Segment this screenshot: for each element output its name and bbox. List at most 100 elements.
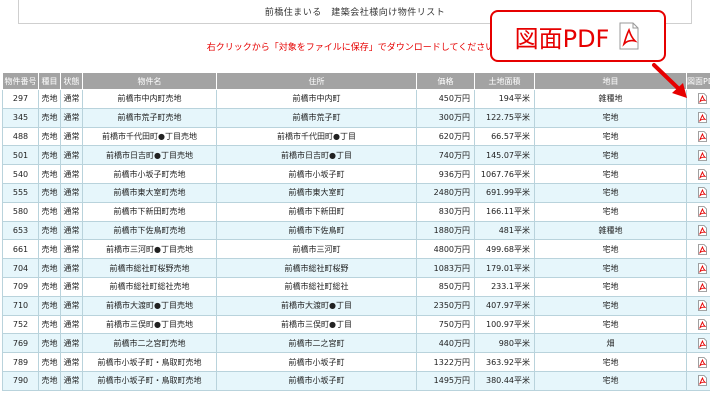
- pdf-download-link[interactable]: [686, 370, 710, 391]
- cell-name: 前橋市二之宮町売地: [82, 333, 217, 354]
- table-row: 790 売地 通常 前橋市小坂子町・鳥取町売地 前橋市小坂子町 1495万円 380.44平…: [2, 370, 710, 391]
- cell-type: 売地: [38, 352, 61, 372]
- property-table: 物件番号 種目 状態 物件名 住所 価格 土地面積 地目 図面PDF 297 売地…: [2, 72, 710, 391]
- pdf-download-link[interactable]: [686, 107, 710, 128]
- cell-price: 936万円: [416, 164, 475, 184]
- cell-address: 前橋市小坂子町: [216, 370, 417, 391]
- col-header-land-area[interactable]: 土地面積: [474, 72, 535, 90]
- col-header-name[interactable]: 物件名: [82, 72, 217, 90]
- cell-name: 前橋市三俣町●丁目売地: [82, 314, 217, 335]
- cell-number: 709: [2, 276, 39, 297]
- pdf-icon: [698, 112, 707, 124]
- cell-price: 620万円: [416, 126, 475, 147]
- cell-address: 前橋市中内町: [216, 89, 417, 109]
- cell-type: 売地: [38, 314, 61, 335]
- cell-land-category: 宅地: [534, 145, 687, 166]
- table-row: 661 売地 通常 前橋市三河町●丁目売地 前橋市三河町 4800万円 499.68平米 宅地: [2, 239, 710, 260]
- cell-name: 前橋市三河町●丁目売地: [82, 239, 217, 260]
- cell-status: 通常: [60, 201, 83, 222]
- table-row: 709 売地 通常 前橋市総社町総社売地 前橋市総社町総社 850万円 233.1平米 宅地: [2, 276, 710, 297]
- cell-number: 752: [2, 314, 39, 335]
- cell-address: 前橋市小坂子町: [216, 164, 417, 184]
- col-header-number[interactable]: 物件番号: [2, 72, 39, 90]
- cell-name: 前橋市東大室町売地: [82, 182, 217, 203]
- cell-land-area: 363.92平米: [474, 352, 535, 372]
- cell-name: 前橋市小坂子町売地: [82, 164, 217, 184]
- pdf-download-link[interactable]: [686, 164, 710, 184]
- pdf-download-link[interactable]: [686, 201, 710, 222]
- table-body: 297 売地 通常 前橋市中内町売地 前橋市中内町 450万円 194平米 雑種地 345 売地通…: [2, 89, 710, 391]
- col-header-type[interactable]: 種目: [38, 72, 61, 90]
- cell-number: 661: [2, 239, 39, 260]
- cell-land-category: 宅地: [534, 276, 687, 297]
- table-row: 769 売地 通常 前橋市二之宮町売地 前橋市二之宮町 440万円 980平米畑: [2, 333, 710, 354]
- cell-address: 前橋市二之宮町: [216, 333, 417, 354]
- cell-price: 1083万円: [416, 258, 475, 278]
- pdf-icon: [698, 337, 707, 349]
- cell-address: 前橋市千代田町●丁目: [216, 126, 417, 147]
- cell-land-category: 宅地: [534, 295, 687, 316]
- cell-number: 710: [2, 295, 39, 316]
- col-header-pdf[interactable]: 図面PDF: [686, 72, 710, 90]
- table-row: 297 売地 通常 前橋市中内町売地 前橋市中内町 450万円 194平米 雑種地: [2, 89, 710, 109]
- cell-land-area: 145.07平米: [474, 145, 535, 166]
- cell-land-area: 407.97平米: [474, 295, 535, 316]
- cell-price: 740万円: [416, 145, 475, 166]
- cell-name: 前橋市小坂子町・鳥取町売地: [82, 370, 217, 391]
- cell-status: 通常: [60, 182, 83, 203]
- pdf-download-link[interactable]: [686, 295, 710, 316]
- cell-status: 通常: [60, 107, 83, 128]
- pdf-download-link[interactable]: [686, 276, 710, 297]
- col-header-price[interactable]: 価格: [416, 72, 475, 90]
- pdf-download-link[interactable]: [686, 352, 710, 372]
- cell-address: 前橋市小坂子町: [216, 352, 417, 372]
- pdf-download-link[interactable]: [686, 220, 710, 241]
- cell-name: 前橋市下佐鳥町売地: [82, 220, 217, 241]
- cell-status: 通常: [60, 164, 83, 184]
- pdf-download-link[interactable]: [686, 258, 710, 278]
- pdf-download-link[interactable]: [686, 314, 710, 335]
- cell-address: 前橋市大渡町●丁目: [216, 295, 417, 316]
- cell-address: 前橋市東大室町: [216, 182, 417, 203]
- cell-number: 769: [2, 333, 39, 354]
- pdf-icon: [698, 281, 707, 293]
- cell-land-area: 980平米: [474, 333, 535, 354]
- pdf-download-link[interactable]: [686, 89, 710, 109]
- cell-name: 前橋市総社町桜野売地: [82, 258, 217, 278]
- cell-land-category: 畑: [534, 333, 687, 354]
- pdf-icon: [698, 187, 707, 199]
- cell-type: 売地: [38, 126, 61, 147]
- cell-land-area: 179.01平米: [474, 258, 535, 278]
- cell-number: 540: [2, 164, 39, 184]
- cell-type: 売地: [38, 145, 61, 166]
- cell-land-area: 380.44平米: [474, 370, 535, 391]
- cell-land-category: 宅地: [534, 352, 687, 372]
- pdf-icon: [698, 149, 707, 161]
- cell-number: 653: [2, 220, 39, 241]
- pdf-download-link[interactable]: [686, 239, 710, 260]
- cell-number: 297: [2, 89, 39, 109]
- cell-name: 前橋市荒子町売地: [82, 107, 217, 128]
- table-header-row: 物件番号 種目 状態 物件名 住所 価格 土地面積 地目 図面PDF: [2, 72, 710, 90]
- pdf-icon: [698, 262, 707, 274]
- cell-price: 4800万円: [416, 239, 475, 260]
- pdf-download-link[interactable]: [686, 333, 710, 354]
- pdf-download-link[interactable]: [686, 145, 710, 166]
- col-header-address[interactable]: 住所: [216, 72, 417, 90]
- cell-type: 売地: [38, 370, 61, 391]
- cell-type: 売地: [38, 295, 61, 316]
- cell-price: 300万円: [416, 107, 475, 128]
- pdf-download-link[interactable]: [686, 126, 710, 147]
- pdf-download-link[interactable]: [686, 182, 710, 203]
- cell-type: 売地: [38, 258, 61, 278]
- cell-price: 1880万円: [416, 220, 475, 241]
- cell-land-area: 194平米: [474, 89, 535, 109]
- cell-status: 通常: [60, 89, 83, 109]
- cell-address: 前橋市下佐鳥町: [216, 220, 417, 241]
- arrow-icon: [652, 63, 687, 98]
- cell-number: 704: [2, 258, 39, 278]
- pdf-icon: [619, 22, 639, 50]
- col-header-status[interactable]: 状態: [60, 72, 83, 90]
- table-row: 752 売地 通常 前橋市三俣町●丁目売地 前橋市三俣町●丁目 750万円 100.97平米…: [2, 314, 710, 335]
- cell-number: 580: [2, 201, 39, 222]
